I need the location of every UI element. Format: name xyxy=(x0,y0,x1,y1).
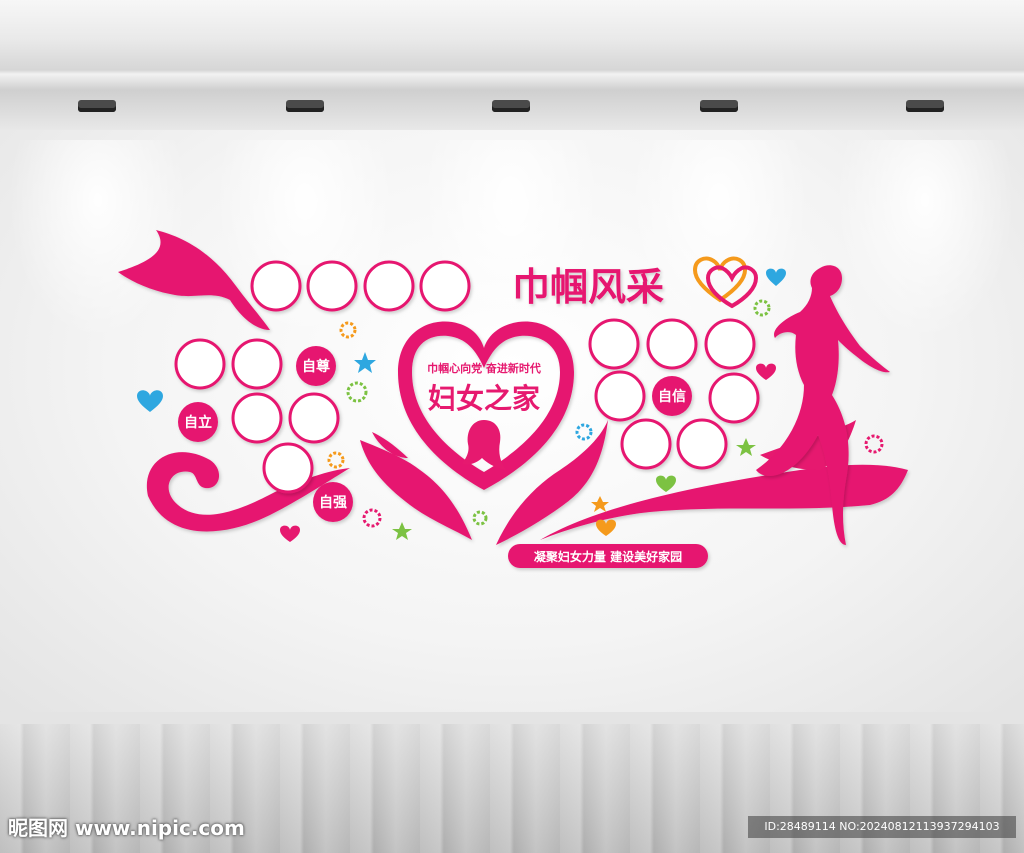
photo-frame xyxy=(306,260,358,312)
small-heart-green xyxy=(656,475,676,492)
small-heart-pink xyxy=(280,525,300,542)
virtue-label: 自尊 xyxy=(302,358,330,375)
photo-frame xyxy=(588,318,640,370)
photo-frame xyxy=(288,392,340,444)
photo-frame xyxy=(231,338,283,390)
photo-frame xyxy=(262,442,314,494)
virtue-label: 自立 xyxy=(184,414,212,431)
small-heart-blue xyxy=(137,390,163,412)
heart-name: 妇女之家 xyxy=(428,382,540,415)
heart-outline-pink xyxy=(705,265,759,309)
hand-right xyxy=(496,420,608,545)
watermark-site: 昵图网 www.nipic.com xyxy=(8,816,245,840)
photo-frame xyxy=(363,260,415,312)
photo-frame xyxy=(594,370,646,422)
small-heart-pink xyxy=(756,363,776,380)
main-title: 巾帼风采 xyxy=(512,265,664,309)
small-heart-blue xyxy=(766,268,786,286)
photo-frame xyxy=(419,260,471,312)
virtue-label: 自信 xyxy=(658,388,686,405)
photo-frame xyxy=(676,418,728,470)
culture-wall-artwork: 自尊 自立 自强 自信 巾帼风采 巾帼心向党 奋进新时代 妇女之家 凝聚妇女力量… xyxy=(118,230,908,568)
small-heart-orange xyxy=(596,519,616,536)
star-orange xyxy=(591,496,609,512)
photo-frame xyxy=(231,392,283,444)
photo-frame xyxy=(250,260,302,312)
heart-outline-orange xyxy=(692,256,748,303)
star-green xyxy=(736,438,756,456)
star-green xyxy=(392,522,412,540)
photo-frame xyxy=(708,372,760,424)
star-blue xyxy=(354,352,376,373)
ribbon-top-left xyxy=(118,230,270,330)
watermark-id: ID:28489114 NO:20240812113937294103 xyxy=(748,816,1016,838)
photo-frame xyxy=(174,338,226,390)
woman-profile xyxy=(462,420,506,470)
photo-frame xyxy=(704,318,756,370)
slogan-text: 凝聚妇女力量 建设美好家园 xyxy=(534,549,682,564)
heart-subtitle: 巾帼心向党 奋进新时代 xyxy=(427,361,541,375)
virtue-label: 自强 xyxy=(319,494,347,511)
photo-frame xyxy=(646,318,698,370)
photo-frame xyxy=(620,418,672,470)
